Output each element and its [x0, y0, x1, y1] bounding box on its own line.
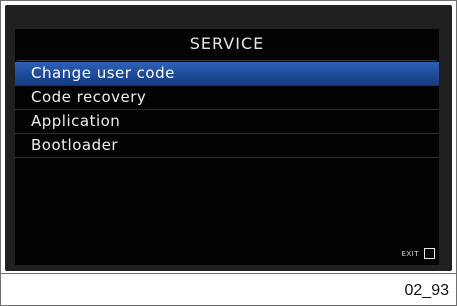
exit-icon	[424, 248, 435, 259]
menu-item-application[interactable]: Application	[15, 110, 439, 134]
title-divider	[17, 60, 437, 61]
caption-divider	[0, 273, 457, 274]
exit-control[interactable]: EXIT	[401, 248, 435, 259]
figure-caption: 02_93	[404, 282, 450, 299]
service-menu: Change user code Code recovery Applicati…	[15, 62, 439, 158]
menu-item-bootloader[interactable]: Bootloader	[15, 134, 439, 158]
menu-item-code-recovery[interactable]: Code recovery	[15, 86, 439, 110]
screen-title: SERVICE	[189, 34, 265, 53]
exit-label: EXIT	[401, 249, 419, 258]
display-screen: SERVICE Change user code Code recovery A…	[15, 29, 439, 265]
menu-item-change-user-code[interactable]: Change user code	[15, 62, 439, 86]
